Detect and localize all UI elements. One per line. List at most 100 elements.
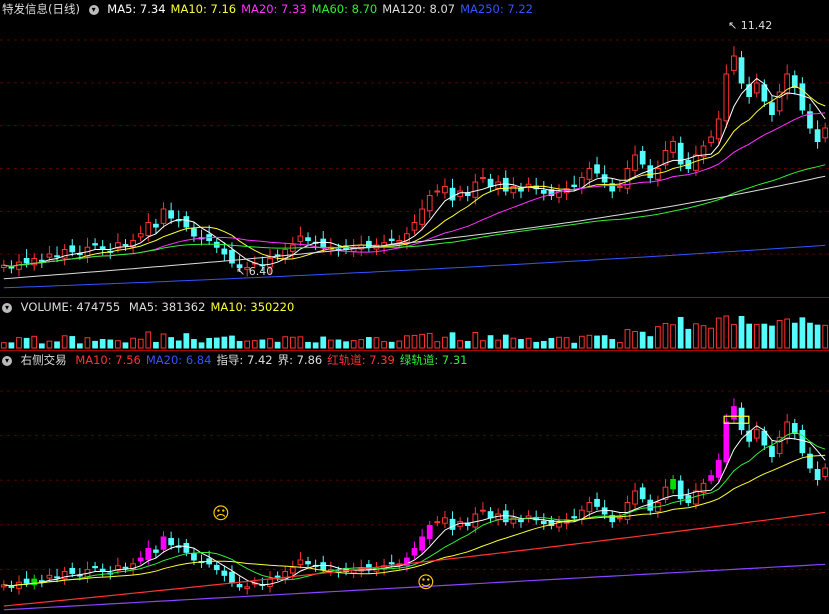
candle-body <box>822 127 829 139</box>
volume-pane[interactable]: ▾ VOLUME: 474755 MA5: 381362 MA10: 350220 <box>0 298 829 350</box>
low-arrow-icon: ↖ <box>236 265 249 278</box>
candle-body <box>449 187 456 201</box>
volume-bar <box>373 337 380 349</box>
volume-bar <box>662 322 669 349</box>
candle-body <box>191 228 197 237</box>
volume-bar <box>487 335 494 349</box>
indicator-candle <box>244 586 251 589</box>
indicator-candle <box>480 509 486 512</box>
indicator-pane[interactable]: ▾ 右侧交易 MA10: 7.56 MA20: 6.84 指导: 7.42 界: 7.… <box>0 351 829 614</box>
indicator-candle <box>274 575 281 578</box>
indicator-chart[interactable] <box>0 351 829 614</box>
high-price-label: ↖ 11.42 <box>728 19 773 32</box>
volume-bar <box>77 343 83 349</box>
volume-bar <box>670 324 676 349</box>
candle-body <box>723 73 730 122</box>
indicator-candle <box>213 564 220 571</box>
indicator-candle <box>305 561 311 565</box>
volume-bar <box>84 337 91 349</box>
ma-legend-item-5: MA250: 7.22 <box>460 2 533 16</box>
indicator-candle <box>594 498 600 507</box>
collapse-icon[interactable]: ▾ <box>88 4 99 15</box>
volume-bar <box>799 317 806 349</box>
candlestick-chart[interactable] <box>0 0 829 297</box>
candle-body <box>388 238 395 241</box>
ma-legend-item-2: MA20: 7.33 <box>241 2 307 16</box>
candle-body <box>153 223 159 228</box>
indicator-candle <box>586 502 593 513</box>
volume-bar <box>791 322 798 349</box>
candle-body <box>38 259 45 262</box>
volume-bar <box>137 338 144 349</box>
volume-bar <box>92 340 98 349</box>
indicator-legend-item-2: 指导: 7.42 <box>216 353 273 367</box>
volume-bar <box>784 318 791 349</box>
volume-bar <box>655 326 661 349</box>
candle-body <box>769 102 775 116</box>
volume-bar <box>297 336 304 349</box>
candle-body <box>670 141 676 153</box>
volume-bar <box>616 342 623 349</box>
candle-body <box>746 84 752 98</box>
candle-body <box>419 208 425 225</box>
volume-bar <box>183 333 190 349</box>
ma-legend-item-0: MA5: 7.34 <box>107 2 166 16</box>
indicator-legend: ▾ 右侧交易 MA10: 7.56 MA20: 6.84 指导: 7.42 界: 7.… <box>0 351 478 369</box>
indicator-candle <box>647 499 654 511</box>
volume-bar <box>776 320 783 349</box>
volume-bar <box>807 322 813 349</box>
red-rail-line <box>3 511 826 607</box>
volume-bar <box>320 336 327 349</box>
indicator-candle <box>487 511 494 519</box>
volume-bar <box>738 316 745 349</box>
volume-bar <box>647 336 654 349</box>
volume-bar <box>54 341 60 349</box>
volume-bar <box>457 340 463 349</box>
volume-bar <box>586 334 593 349</box>
collapse-icon[interactable]: ▾ <box>2 355 12 366</box>
candle-body <box>799 83 806 111</box>
collapse-icon[interactable]: ▾ <box>2 302 12 313</box>
volume-bar <box>411 334 418 349</box>
volume-bar <box>571 342 578 349</box>
indicator-legend-item-5: 绿轨道: 7.31 <box>399 353 468 367</box>
indicator-candle <box>388 562 395 565</box>
volume-bar <box>46 340 53 349</box>
candle-body <box>487 178 494 188</box>
price-pane[interactable]: 特发信息(日线) ▾ MA5: 7.34 MA10: 7.16 MA20: 7.33… <box>0 0 829 297</box>
volume-bar <box>282 336 289 349</box>
volume-bar <box>533 341 540 349</box>
indicator-candle <box>137 557 144 562</box>
volume-bar <box>700 325 707 349</box>
volume-bar <box>160 333 167 349</box>
candle-body <box>753 82 760 94</box>
indicator-legend-item-1: MA20: 6.84 <box>145 353 212 367</box>
indicator-candle <box>191 553 197 561</box>
volume-bar <box>434 341 441 349</box>
volume-bar <box>693 323 699 349</box>
candle-body <box>708 136 714 143</box>
candle-body <box>738 57 745 84</box>
indicator-title: 右侧交易 <box>20 353 67 367</box>
low-price-label: ↖ 6.40 <box>236 265 274 278</box>
candle-body <box>502 177 509 192</box>
candle-body <box>624 168 631 189</box>
volume-bar <box>472 331 479 349</box>
volume-bar <box>175 340 182 349</box>
candle-body <box>715 118 722 140</box>
indicator-candle <box>69 567 76 574</box>
indicator-candle <box>822 467 829 477</box>
candle-body <box>693 154 699 171</box>
volume-bar <box>244 340 251 349</box>
volume-bar <box>31 335 38 349</box>
volume-bar <box>236 340 243 349</box>
candle-body <box>92 243 98 246</box>
candle-body <box>183 216 190 228</box>
indicator-candle <box>168 538 174 546</box>
indicator-candle <box>411 548 418 556</box>
indicator-candle <box>693 490 699 505</box>
volume-bar <box>708 327 714 349</box>
volume-bar <box>518 339 524 349</box>
volume-ma-values: MA5: 381362 MA10: 350220 <box>129 300 299 314</box>
indicator-candle <box>814 469 821 480</box>
